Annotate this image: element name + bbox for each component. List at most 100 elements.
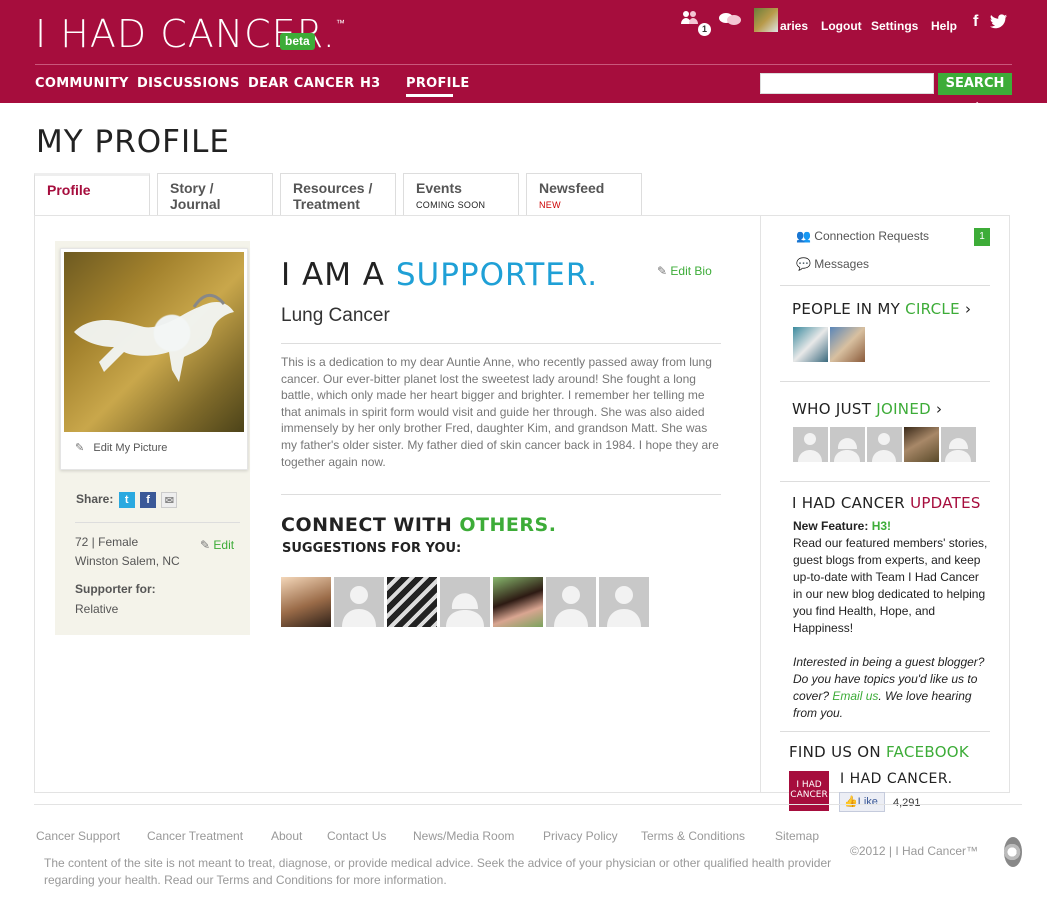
messages-icon[interactable] bbox=[718, 12, 742, 30]
email-share-icon[interactable]: ✉ bbox=[161, 492, 178, 508]
email-us-link[interactable]: Email us bbox=[832, 689, 878, 703]
suggestion-avatar[interactable] bbox=[440, 577, 490, 627]
logout-link[interactable]: Logout bbox=[821, 19, 862, 33]
search-button[interactable]: SEARCH → bbox=[938, 73, 1012, 113]
username-link[interactable]: aries bbox=[780, 19, 808, 33]
bio-divider-top bbox=[281, 343, 721, 344]
circle-member-avatar[interactable] bbox=[793, 327, 828, 362]
cancer-type: Lung Cancer bbox=[281, 305, 390, 326]
twitter-icon[interactable] bbox=[990, 14, 1008, 33]
role-prefix: I AM A bbox=[281, 257, 396, 293]
suggestion-avatar[interactable] bbox=[281, 577, 331, 627]
fb-logo-line1: I HAD bbox=[796, 780, 822, 790]
footer-link-cancer-support[interactable]: Cancer Support bbox=[36, 829, 120, 843]
suggestion-avatar[interactable] bbox=[493, 577, 543, 627]
fb-logo-line2: CANCER bbox=[790, 790, 828, 800]
fb-page-logo[interactable]: I HAD CANCER bbox=[789, 771, 829, 811]
footer-link-news-media[interactable]: News/Media Room bbox=[413, 829, 514, 843]
suggestions-heading: SUGGESTIONS FOR YOU: bbox=[282, 541, 462, 556]
connect-heading-b: OTHERS. bbox=[459, 514, 557, 536]
feature-label: New Feature: bbox=[793, 519, 872, 533]
edit-picture-link[interactable]: ✎ Edit My Picture bbox=[75, 441, 167, 454]
tab-label: Events bbox=[416, 180, 462, 196]
circle-member-avatar[interactable] bbox=[830, 327, 865, 362]
supporter-info: Supporter for: Relative bbox=[75, 580, 156, 619]
thumbs-up-icon: 👍 bbox=[844, 796, 858, 808]
tab-label-line2: Treatment bbox=[293, 196, 360, 212]
chevron-right-icon: › bbox=[964, 300, 972, 318]
suggestion-avatar[interactable] bbox=[599, 577, 649, 627]
twitter-share-icon[interactable]: t bbox=[118, 492, 135, 508]
facebook-icon[interactable]: f bbox=[973, 13, 978, 31]
messages-link[interactable]: 💬 Messages bbox=[796, 257, 869, 271]
nav-item-discussions[interactable]: DISCUSSIONS bbox=[137, 76, 240, 91]
chevron-right-icon: › bbox=[936, 400, 943, 418]
edit-info-link[interactable]: ✎ Edit bbox=[200, 536, 234, 555]
updates-heading-a: I HAD CANCER bbox=[792, 494, 911, 512]
help-link[interactable]: Help bbox=[931, 19, 957, 33]
nav-item-h3[interactable]: H3 bbox=[360, 76, 381, 91]
messages-label: Messages bbox=[814, 257, 869, 271]
updates-text: Read our featured members' stories, gues… bbox=[793, 536, 988, 635]
circle-heading-a: PEOPLE IN MY bbox=[792, 300, 906, 318]
fb-page-name[interactable]: I HAD CANCER. bbox=[840, 771, 953, 787]
footer-link-contact[interactable]: Contact Us bbox=[327, 829, 386, 843]
fb-like-label: Like bbox=[857, 796, 878, 808]
facebook-share-icon[interactable]: f bbox=[140, 492, 157, 508]
connect-heading-a: CONNECT WITH bbox=[281, 514, 460, 536]
edit-bio-link[interactable]: ✎ Edit Bio bbox=[657, 264, 712, 278]
search-input[interactable] bbox=[760, 73, 934, 94]
people-icon[interactable] bbox=[680, 10, 700, 30]
footer-link-sitemap[interactable]: Sitemap bbox=[775, 829, 819, 843]
connection-requests-label: Connection Requests bbox=[814, 229, 930, 243]
new-member-avatar[interactable] bbox=[867, 427, 902, 462]
beta-badge: beta bbox=[280, 33, 315, 50]
guest-blogger-text: Interested in being a guest blogger? Do … bbox=[793, 654, 988, 722]
pencil-icon: ✎ bbox=[200, 538, 211, 552]
fb-like-count: 4,291 bbox=[893, 797, 921, 809]
feature-line: New Feature: H3! bbox=[793, 518, 988, 535]
supporter-label: Supporter for: bbox=[75, 582, 156, 596]
new-member-avatar[interactable] bbox=[830, 427, 865, 462]
feature-link[interactable]: H3! bbox=[872, 519, 891, 533]
logo-trademark: ™ bbox=[335, 19, 346, 29]
new-member-avatar[interactable] bbox=[941, 427, 976, 462]
facebook-heading-b: FACEBOOK bbox=[885, 743, 970, 761]
user-avatar[interactable] bbox=[754, 8, 778, 32]
footer-link-privacy[interactable]: Privacy Policy bbox=[543, 829, 618, 843]
circle-heading[interactable]: PEOPLE IN MY CIRCLE › bbox=[792, 300, 971, 318]
tab-profile[interactable]: Profile bbox=[34, 173, 150, 215]
tab-sublabel-coming-soon: COMING SOON bbox=[416, 200, 486, 210]
suggestion-avatar[interactable] bbox=[546, 577, 596, 627]
settings-link[interactable]: Settings bbox=[871, 19, 918, 33]
footer-link-cancer-treatment[interactable]: Cancer Treatment bbox=[147, 829, 243, 843]
edit-label: Edit bbox=[213, 538, 235, 552]
nav-item-dear-cancer[interactable]: DEAR CANCER bbox=[248, 76, 354, 91]
connection-requests-badge: 1 bbox=[974, 228, 990, 246]
share-row: Share: t f ✉ bbox=[76, 492, 178, 508]
fb-like-button[interactable]: 👍Like bbox=[839, 792, 885, 812]
new-member-avatar[interactable] bbox=[904, 427, 939, 462]
tab-resources-treatment[interactable]: Resources / Treatment bbox=[280, 173, 396, 215]
footer-link-about[interactable]: About bbox=[271, 829, 302, 843]
sidebar-divider bbox=[780, 731, 990, 732]
tab-newsfeed[interactable]: Newsfeed NEW bbox=[526, 173, 642, 215]
nav-item-profile[interactable]: PROFILE bbox=[406, 76, 470, 91]
tab-story-journal[interactable]: Story / Journal bbox=[157, 173, 273, 215]
joined-heading-b: JOINED bbox=[876, 400, 931, 418]
role-heading: I AM A SUPPORTER. bbox=[281, 257, 598, 293]
profile-demographics: 72 | Female Winston Salem, NC bbox=[75, 533, 180, 571]
nav-active-indicator bbox=[406, 94, 453, 97]
nav-item-community[interactable]: COMMUNITY bbox=[35, 76, 129, 91]
connection-requests-link[interactable]: 👥 Connection Requests bbox=[796, 229, 929, 243]
tab-events[interactable]: Events COMING SOON bbox=[403, 173, 519, 215]
joined-heading[interactable]: WHO JUST JOINED › bbox=[792, 400, 942, 418]
suggestion-avatar[interactable] bbox=[334, 577, 384, 627]
footer-disclaimer: The content of the site is not meant to … bbox=[44, 856, 832, 887]
new-member-avatar[interactable] bbox=[793, 427, 828, 462]
suggestion-avatar[interactable] bbox=[387, 577, 437, 627]
supporter-value: Relative bbox=[75, 602, 119, 616]
tab-sublabel-new: NEW bbox=[539, 200, 561, 210]
footer-link-terms[interactable]: Terms & Conditions bbox=[641, 829, 745, 843]
sidebar-divider bbox=[780, 481, 990, 482]
